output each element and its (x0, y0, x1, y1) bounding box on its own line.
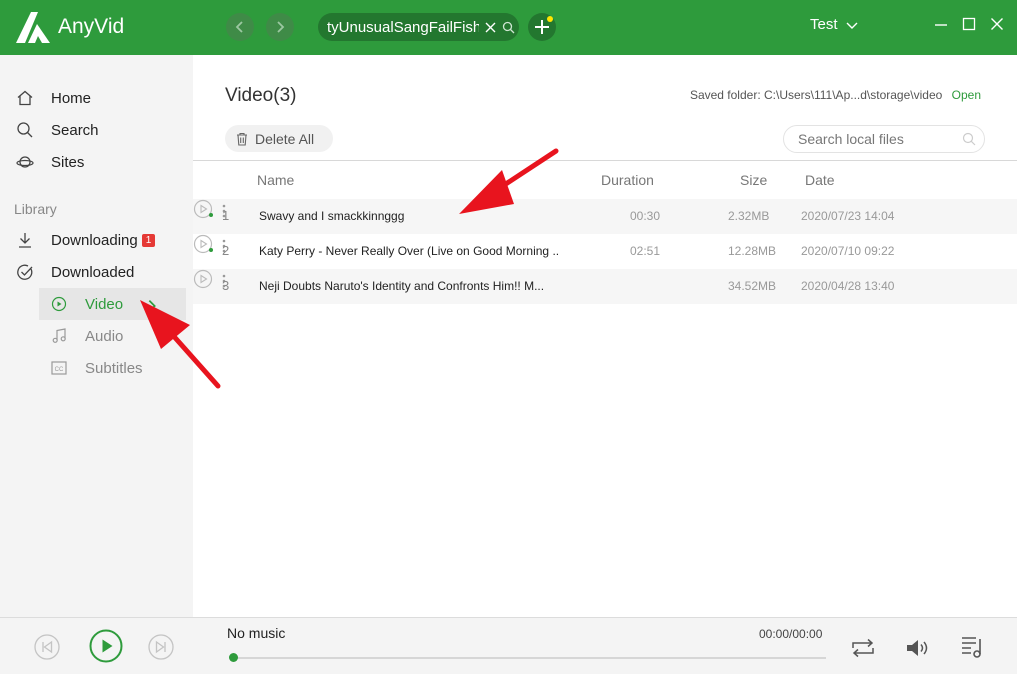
browser-tab[interactable]: tyUnusualSangFailFish (318, 13, 519, 41)
play-icon[interactable] (193, 269, 213, 289)
sidebar-item-label: Sites (51, 153, 85, 171)
sidebar: Home Search Sites Library Downloading 1 … (0, 55, 193, 617)
maximize-icon[interactable] (962, 17, 976, 31)
sidebar-item-home[interactable]: Home (0, 83, 193, 113)
table-row[interactable]: 1 Swavy and I smackkinnggg 00:30 2.32MB … (193, 199, 1017, 234)
sidebar-item-label: Search (51, 121, 99, 139)
sidebar-item-label: Audio (85, 327, 124, 345)
svg-text:CC: CC (55, 367, 64, 373)
sidebar-item-video[interactable]: Video (39, 288, 186, 320)
column-header-name: Name (257, 172, 295, 188)
tab-close-button[interactable] (483, 20, 497, 34)
cc-icon: CC (51, 361, 67, 375)
toolbar-divider (193, 160, 1017, 161)
notification-dot (547, 16, 553, 22)
chevron-down-icon (846, 22, 858, 29)
sidebar-item-downloading[interactable]: Downloading 1 (0, 225, 193, 255)
download-icon (19, 233, 31, 248)
app-logo: AnyVid (14, 10, 124, 44)
new-item-dot (209, 213, 213, 217)
check-circle-icon (17, 264, 33, 280)
back-button[interactable] (226, 13, 254, 41)
home-icon (17, 90, 33, 106)
trash-icon (237, 132, 247, 146)
row-title: Swavy and I smackkinnggg (259, 209, 405, 223)
add-tab-button[interactable] (528, 13, 556, 41)
sidebar-item-search[interactable]: Search (0, 115, 193, 145)
anyvid-logo-icon (16, 12, 50, 43)
delete-all-button[interactable]: Delete All (225, 125, 333, 152)
row-duration: 00:30 (630, 209, 661, 223)
row-title: Katy Perry - Never Really Over (Live on … (259, 244, 560, 258)
table-row[interactable]: 3 Neji Doubts Naruto's Identity and Conf… (193, 269, 1017, 304)
table-row[interactable]: 2 Katy Perry - Never Really Over (Live o… (193, 234, 1017, 269)
main-panel: Video(3) Saved folder: C:\Users\111\Ap..… (193, 55, 1017, 617)
chevron-left-icon (235, 21, 243, 33)
player-bar: No music 00:00/00:00 (0, 617, 1017, 674)
playlist-icon[interactable] (960, 634, 986, 660)
row-number: 3 (222, 278, 230, 293)
search-icon (17, 122, 33, 138)
close-icon (485, 22, 495, 32)
row-number: 2 (222, 243, 230, 258)
minimize-icon[interactable] (934, 17, 948, 31)
local-search-box[interactable] (783, 125, 985, 153)
planet-icon (16, 156, 34, 168)
user-name: Test (810, 16, 838, 33)
row-title: Neji Doubts Naruto's Identity and Confro… (259, 279, 545, 293)
page-title: Video(3) (225, 85, 297, 106)
sidebar-item-label: Home (51, 89, 92, 107)
sidebar-item-sites[interactable]: Sites (0, 147, 193, 177)
volume-icon[interactable] (905, 637, 931, 659)
row-duration: 02:51 (630, 244, 661, 258)
app-name: AnyVid (58, 15, 125, 38)
column-header-date: Date (805, 172, 835, 188)
new-item-dot (209, 248, 213, 252)
chevron-right-icon (148, 300, 156, 312)
tab-label: tyUnusualSangFailFish (327, 18, 479, 36)
library-heading: Library (14, 201, 57, 217)
user-menu[interactable]: Test (810, 16, 858, 33)
title-bar: AnyVid tyUnusualSangFailFish Test (0, 0, 1017, 55)
open-folder-link[interactable]: Open (952, 88, 981, 102)
progress-track[interactable] (230, 657, 826, 659)
sidebar-item-downloaded[interactable]: Downloaded (0, 257, 193, 287)
column-header-duration: Duration (601, 172, 654, 188)
play-icon[interactable] (89, 629, 123, 663)
column-header-size: Size (740, 172, 768, 188)
saved-folder-path: Saved folder: C:\Users\111\Ap...d\storag… (689, 88, 943, 102)
delete-all-label: Delete All (255, 130, 315, 147)
tab-search-button[interactable] (501, 20, 515, 34)
row-date: 2020/07/10 09:22 (801, 244, 895, 258)
row-size: 34.52MB (728, 279, 777, 293)
playback-time: 00:00/00:00 (759, 627, 823, 641)
saved-folder-info: Saved folder: C:\Users\111\Ap...d\storag… (690, 88, 981, 102)
row-number: 1 (222, 208, 230, 223)
row-size: 12.28MB (728, 244, 777, 258)
music-note-icon (52, 328, 66, 343)
progress-knob[interactable] (229, 653, 238, 662)
row-date: 2020/07/23 14:04 (801, 209, 895, 223)
repeat-icon[interactable] (850, 637, 876, 659)
sidebar-item-label: Downloaded (51, 263, 135, 281)
sidebar-item-label: Downloading (51, 231, 138, 249)
now-playing-title: No music (227, 625, 286, 641)
search-icon[interactable] (962, 132, 976, 146)
play-circle-icon (51, 296, 67, 312)
sidebar-item-label: Subtitles (85, 359, 143, 377)
row-date: 2020/04/28 13:40 (801, 279, 895, 293)
close-window-icon[interactable] (990, 17, 1004, 31)
next-track-icon[interactable] (148, 634, 174, 660)
chevron-right-icon (277, 21, 285, 33)
sidebar-item-subtitles[interactable]: CC Subtitles (39, 352, 186, 384)
downloading-count-badge: 1 (141, 233, 156, 247)
sidebar-item-label: Video (85, 295, 124, 313)
local-search-input[interactable] (798, 131, 958, 147)
search-icon (502, 21, 514, 33)
forward-button[interactable] (266, 13, 294, 41)
sidebar-item-audio[interactable]: Audio (39, 320, 186, 352)
row-size: 2.32MB (728, 209, 770, 223)
previous-track-icon[interactable] (34, 634, 60, 660)
